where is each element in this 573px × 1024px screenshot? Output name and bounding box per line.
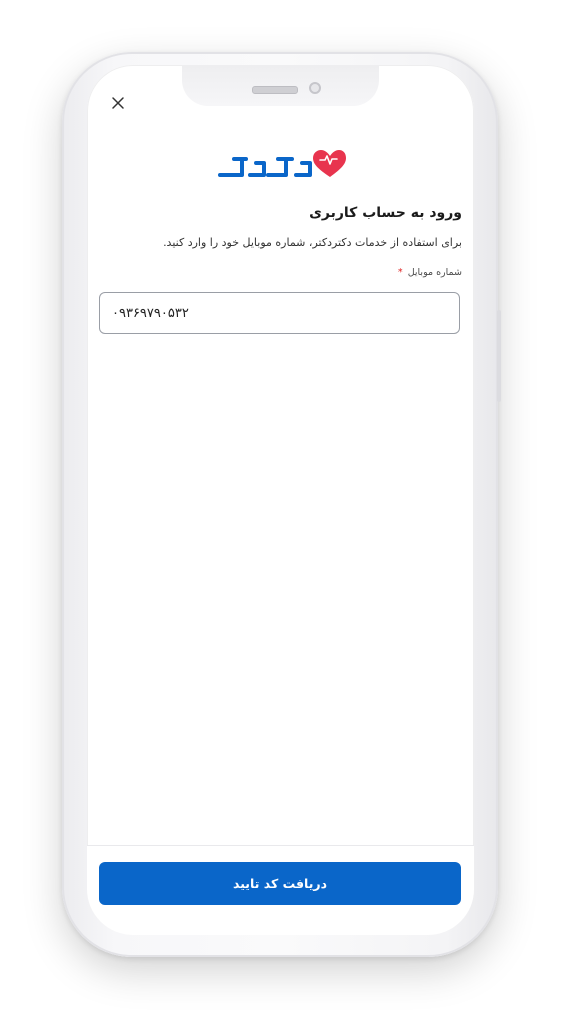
- phone-screen: ورود به حساب کاربری برای استفاده از خدما…: [87, 65, 474, 935]
- phone-number-input[interactable]: [99, 292, 460, 334]
- page-title: ورود به حساب کاربری: [309, 205, 462, 221]
- close-icon: [112, 97, 124, 109]
- required-marker: *: [397, 267, 403, 278]
- screenshot-stage: ورود به حساب کاربری برای استفاده از خدما…: [0, 0, 573, 1024]
- bottom-action-bar: دریافت کد تایید: [87, 845, 474, 935]
- phone-field-label: شماره موبایل *: [99, 266, 462, 280]
- front-camera: [309, 82, 321, 94]
- phone-notch: [182, 65, 379, 106]
- login-content: ورود به حساب کاربری برای استفاده از خدما…: [99, 202, 462, 280]
- speaker-grille: [252, 86, 298, 94]
- phone-side-button: [497, 310, 501, 402]
- close-button[interactable]: [107, 92, 129, 114]
- get-verification-code-button[interactable]: دریافت کد تایید: [99, 862, 461, 905]
- brand-logo: [216, 147, 346, 183]
- phone-label-text: شماره موبایل: [407, 267, 462, 278]
- page-subtitle: برای استفاده از خدمات دکتردکتر، شماره مو…: [163, 236, 462, 249]
